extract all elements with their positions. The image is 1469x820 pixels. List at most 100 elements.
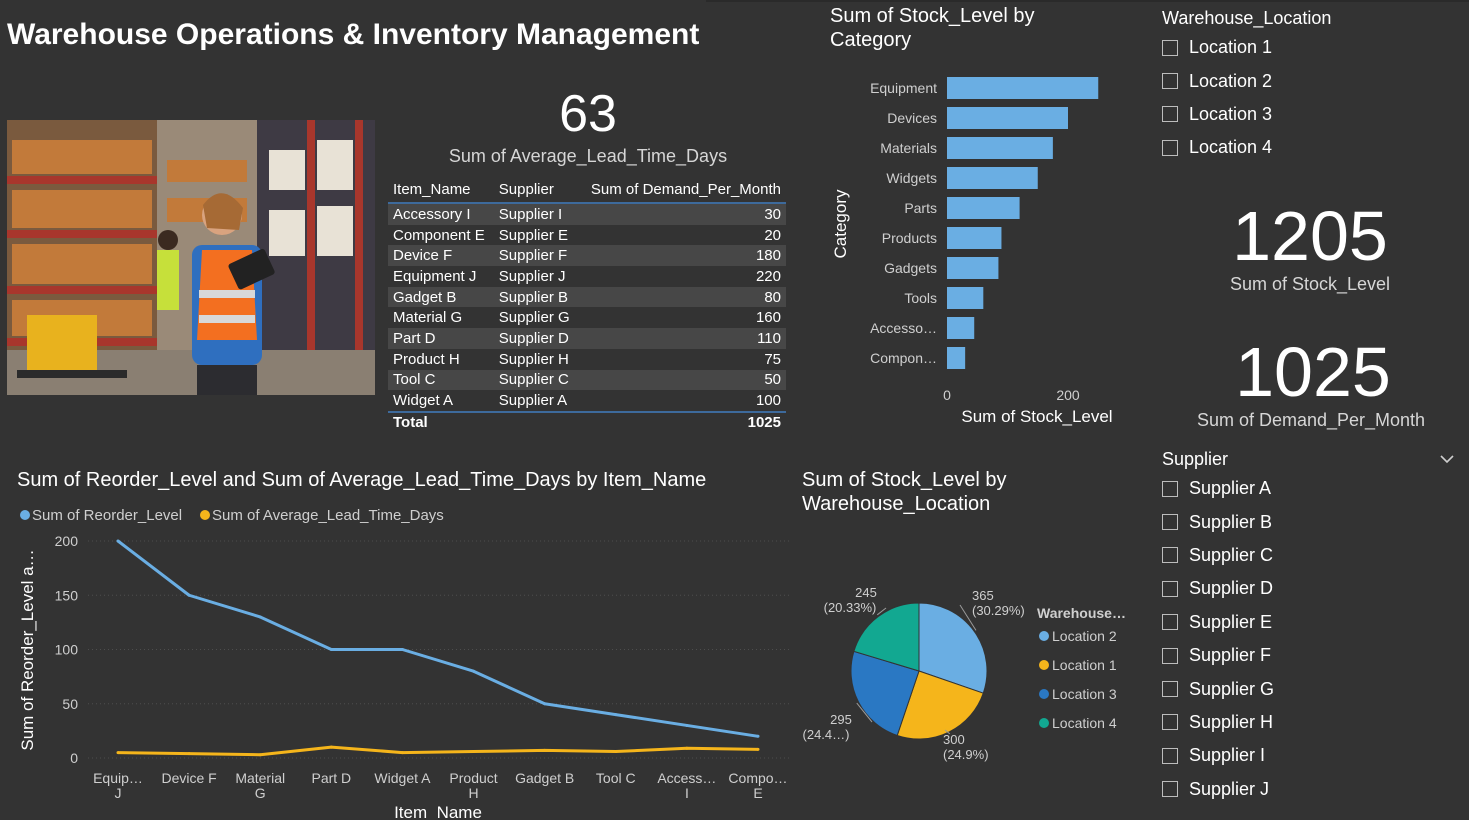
checkbox[interactable] — [1162, 580, 1178, 597]
pie-chart-title-line: Warehouse_Location — [802, 493, 991, 515]
data-point — [472, 749, 476, 753]
column-header[interactable]: Sum of Demand_Per_Month — [577, 176, 786, 204]
bar[interactable] — [947, 317, 975, 339]
cell-supplier: Supplier G — [493, 307, 578, 329]
data-label: 245 — [855, 585, 877, 600]
slicer-item-location-3[interactable]: Location 3 — [1162, 98, 1452, 131]
checkbox[interactable] — [1162, 106, 1178, 123]
bar[interactable] — [947, 167, 1038, 189]
pie-chart-title-line: Sum of Stock_Level by — [802, 469, 1007, 491]
x-axis-title: Item_Name — [394, 803, 482, 820]
checkbox[interactable] — [1162, 681, 1178, 698]
slicer-item-supplier-i[interactable]: Supplier I — [1162, 739, 1462, 772]
table-row[interactable]: Material G Supplier G 160 — [388, 307, 786, 329]
data-point — [543, 748, 547, 752]
checkbox[interactable] — [1162, 139, 1178, 156]
slicer-item-label: Supplier D — [1189, 578, 1274, 599]
x-tick-label: Equip… — [93, 770, 143, 786]
x-tick-label: 200 — [1056, 387, 1080, 403]
slicer-item-supplier-h[interactable]: Supplier H — [1162, 706, 1462, 739]
slicer-item-supplier-e[interactable]: Supplier E — [1162, 606, 1462, 639]
checkbox[interactable] — [1162, 747, 1178, 764]
checkbox[interactable] — [1162, 614, 1178, 631]
warehouse-photo — [7, 120, 375, 395]
cell-demand: 220 — [577, 266, 786, 287]
x-tick-label: Access… — [657, 770, 716, 786]
table-row[interactable]: Gadget B Supplier B 80 — [388, 286, 786, 308]
cell-supplier: Supplier D — [493, 328, 578, 349]
x-tick-label: Widget A — [374, 770, 431, 786]
table-row[interactable]: Product H Supplier H 75 — [388, 348, 786, 370]
slicer-item-location-2[interactable]: Location 2 — [1162, 64, 1452, 97]
bar-chart-title: Sum of Stock_Level by Category — [830, 4, 1130, 52]
bar-category-label: Tools — [904, 290, 937, 306]
cell-item: Material G — [388, 307, 494, 329]
checkbox[interactable] — [1162, 480, 1178, 497]
x-tick-label: 0 — [943, 387, 951, 403]
checkbox[interactable] — [1162, 714, 1178, 731]
table-row[interactable]: Component E Supplier E 20 — [388, 224, 786, 246]
bar[interactable] — [947, 197, 1020, 219]
slicer-item-supplier-d[interactable]: Supplier D — [1162, 572, 1462, 605]
bar[interactable] — [947, 287, 984, 309]
slicer-item-supplier-f[interactable]: Supplier F — [1162, 639, 1462, 672]
cell-item: Accessory I — [388, 203, 494, 225]
checkbox[interactable] — [1162, 39, 1178, 56]
reorder-lead-time-line-chart[interactable]: Sum of Reorder_Level Sum of Average_Lead_… — [0, 500, 800, 820]
x-tick-label: Gadget B — [515, 770, 574, 786]
warehouse-location-slicer: Warehouse_Location Location 1 Location 2… — [1162, 8, 1452, 165]
stock-by-location-pie-chart[interactable]: 365(30.29%) 300(24.9%) 295(24.4…) 245(20.33… — [800, 570, 1150, 770]
kpi-demand-label: Sum of Demand_Per_Month — [1196, 410, 1426, 430]
slicer-item-label: Location 2 — [1189, 70, 1273, 91]
checkbox[interactable] — [1162, 514, 1178, 531]
bar[interactable] — [947, 137, 1053, 159]
table-row[interactable]: Part D Supplier D 110 — [388, 328, 786, 349]
series-line[interactable] — [117, 539, 759, 738]
x-tick-label: Product — [449, 770, 497, 786]
legend-marker — [1039, 718, 1049, 728]
x-tick-label: Tool C — [596, 770, 636, 786]
chevron-down-icon[interactable] — [1440, 451, 1454, 469]
bar[interactable] — [947, 227, 1002, 249]
cell-supplier: Supplier H — [493, 348, 578, 370]
table-row[interactable]: Accessory I Supplier I 30 — [388, 203, 786, 225]
checkbox[interactable] — [1162, 73, 1178, 90]
legend-label: Sum of Reorder_Level — [32, 507, 182, 524]
bar[interactable] — [947, 107, 1068, 129]
checkbox[interactable] — [1162, 547, 1178, 564]
bar[interactable] — [947, 257, 999, 279]
bar[interactable] — [947, 347, 966, 369]
top-divider — [706, 0, 1469, 2]
table-row[interactable]: Device F Supplier F 180 — [388, 245, 786, 267]
data-point — [400, 751, 404, 755]
checkbox[interactable] — [1162, 781, 1178, 798]
cell-supplier: Supplier E — [493, 224, 578, 246]
data-point — [543, 702, 547, 706]
checkbox[interactable] — [1162, 647, 1178, 664]
y-tick-label: 100 — [55, 642, 79, 658]
slicer-item-location-1[interactable]: Location 1 — [1162, 31, 1452, 64]
data-point — [116, 751, 120, 755]
cell-item: Tool C — [388, 369, 494, 391]
slicer-item-location-4[interactable]: Location 4 — [1162, 131, 1452, 164]
legend-marker — [1039, 660, 1049, 670]
column-header[interactable]: Item_Name — [388, 176, 494, 204]
cell-item: Device F — [388, 245, 494, 267]
table-row[interactable]: Widget A Supplier A 100 — [388, 390, 786, 412]
slicer-item-supplier-g[interactable]: Supplier G — [1162, 672, 1462, 705]
slicer-item-supplier-b[interactable]: Supplier B — [1162, 505, 1462, 538]
kpi-demand-value: 1025 — [1235, 333, 1391, 411]
slicer-item-label: Location 4 — [1189, 137, 1273, 158]
slicer-title: Warehouse_Location — [1162, 8, 1332, 28]
stock-by-category-bar-chart[interactable]: Equipment Devices Materials Widgets Parts Pro… — [820, 64, 1150, 434]
column-header[interactable]: Supplier — [493, 176, 578, 204]
slicer-item-supplier-j[interactable]: Supplier J — [1162, 773, 1462, 806]
bar[interactable] — [947, 77, 1099, 99]
table-row[interactable]: Equipment J Supplier J 220 — [388, 266, 786, 287]
series-line[interactable] — [117, 745, 759, 757]
slicer-item-supplier-a[interactable]: Supplier A — [1162, 472, 1462, 505]
data-point — [187, 593, 191, 597]
slicer-item-label: Supplier G — [1189, 678, 1275, 699]
table-row[interactable]: Tool C Supplier C 50 — [388, 369, 786, 391]
slicer-item-supplier-c[interactable]: Supplier C — [1162, 539, 1462, 572]
